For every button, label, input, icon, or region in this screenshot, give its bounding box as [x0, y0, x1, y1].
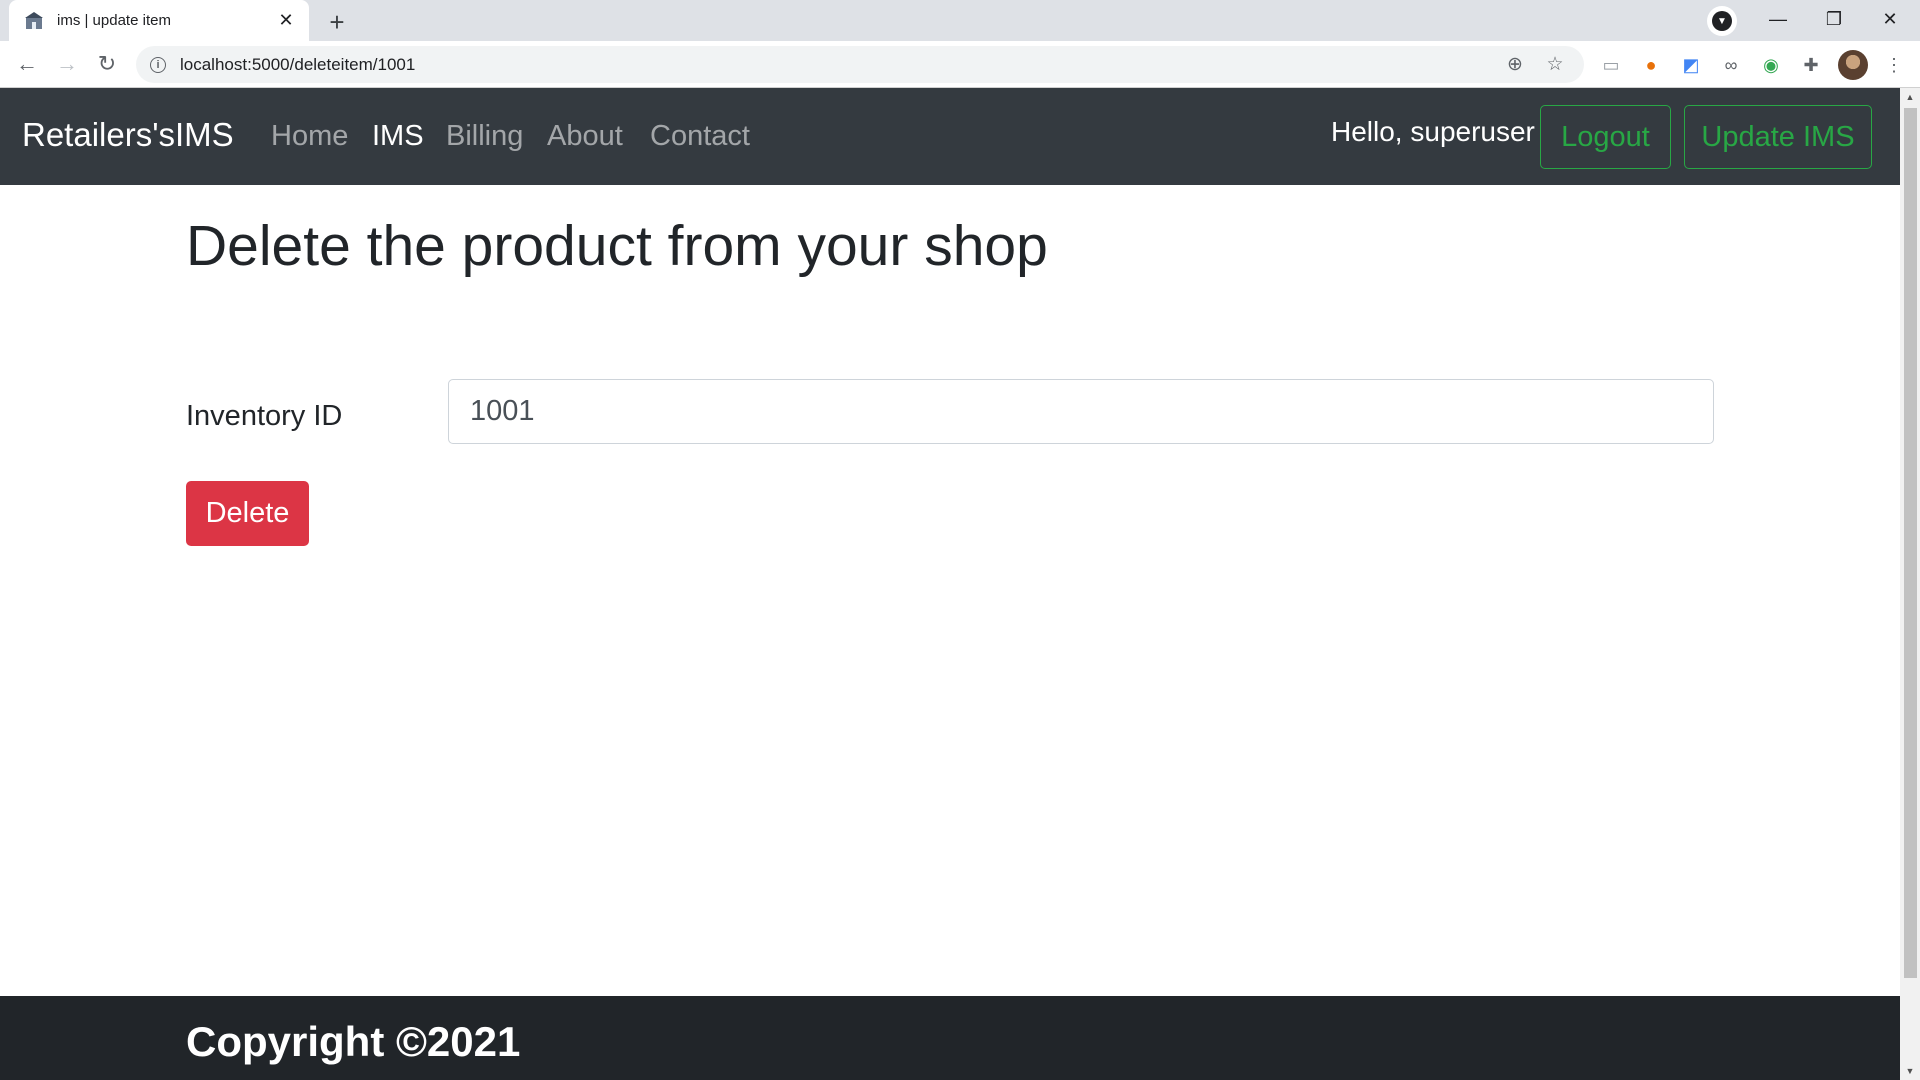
user-greeting: Hello, superuser [1331, 116, 1535, 147]
extension-globe-icon[interactable]: ◉ [1756, 50, 1786, 80]
site-navbar: Retailers'sIMS Home IMS Billing About Co… [0, 88, 1900, 185]
update-ims-button[interactable]: Update IMS [1684, 105, 1872, 169]
nav-link-billing[interactable]: Billing [446, 120, 523, 153]
page-scrollbar[interactable]: ▲ ▼ [1900, 88, 1920, 1080]
web-page: Retailers'sIMS Home IMS Billing About Co… [0, 88, 1900, 1080]
close-window-button[interactable]: ✕ [1862, 0, 1918, 38]
extensions-icon[interactable]: ✚ [1796, 50, 1826, 80]
restore-button[interactable]: ❐ [1806, 0, 1862, 38]
scroll-thumb[interactable] [1904, 108, 1917, 978]
extension-honey-icon[interactable]: ● [1636, 50, 1666, 80]
site-brand[interactable]: Retailers'sIMS [22, 116, 234, 154]
scroll-up-icon[interactable]: ▲ [1900, 88, 1920, 106]
nav-link-ims[interactable]: IMS [372, 120, 424, 153]
favicon-icon [23, 10, 45, 32]
browser-tabstrip: ims | update item ✕ + ▼ — ❐ ✕ [0, 0, 1920, 41]
tab-title: ims | update item [57, 12, 171, 29]
address-bar[interactable]: i localhost:5000/deleteitem/1001 ⊕ ☆ [136, 46, 1584, 83]
scroll-down-icon[interactable]: ▼ [1900, 1062, 1920, 1080]
page-title: Delete the product from your shop [186, 214, 1048, 278]
extension-doc-icon[interactable]: ▭ [1596, 50, 1626, 80]
nav-link-about[interactable]: About [547, 120, 623, 153]
tab-search-button[interactable]: ▼ [1707, 6, 1737, 36]
new-tab-button[interactable]: + [320, 5, 354, 39]
delete-button[interactable]: Delete [186, 481, 309, 546]
inventory-id-input[interactable] [448, 379, 1714, 444]
translate-icon[interactable]: ◩ [1676, 50, 1706, 80]
chevron-down-icon: ▼ [1712, 11, 1732, 31]
nav-link-home[interactable]: Home [271, 120, 348, 153]
reload-icon[interactable]: ↻ [91, 48, 123, 80]
info-icon[interactable]: i [150, 56, 166, 73]
tab-close-icon[interactable]: ✕ [275, 10, 297, 32]
bookmark-star-icon[interactable]: ☆ [1540, 50, 1570, 80]
url-text[interactable]: localhost:5000/deleteitem/1001 [180, 55, 1490, 75]
site-footer: Copyright ©2021 [0, 996, 1900, 1080]
back-icon[interactable]: ← [11, 48, 43, 80]
zoom-icon[interactable]: ⊕ [1500, 50, 1530, 80]
minimize-button[interactable]: — [1750, 0, 1806, 38]
menu-icon[interactable]: ⋮ [1879, 50, 1909, 80]
copyright-text: Copyright ©2021 [186, 1018, 521, 1065]
inventory-id-label: Inventory ID [186, 400, 343, 432]
nav-link-contact[interactable]: Contact [650, 120, 750, 153]
profile-avatar[interactable] [1838, 50, 1868, 80]
extension-link-icon[interactable]: ∞ [1716, 50, 1746, 80]
browser-toolbar: ← → ↻ i localhost:5000/deleteitem/1001 ⊕… [0, 41, 1920, 88]
browser-tab[interactable]: ims | update item ✕ [9, 0, 309, 41]
forward-icon[interactable]: → [51, 48, 83, 80]
logout-button[interactable]: Logout [1540, 105, 1671, 169]
